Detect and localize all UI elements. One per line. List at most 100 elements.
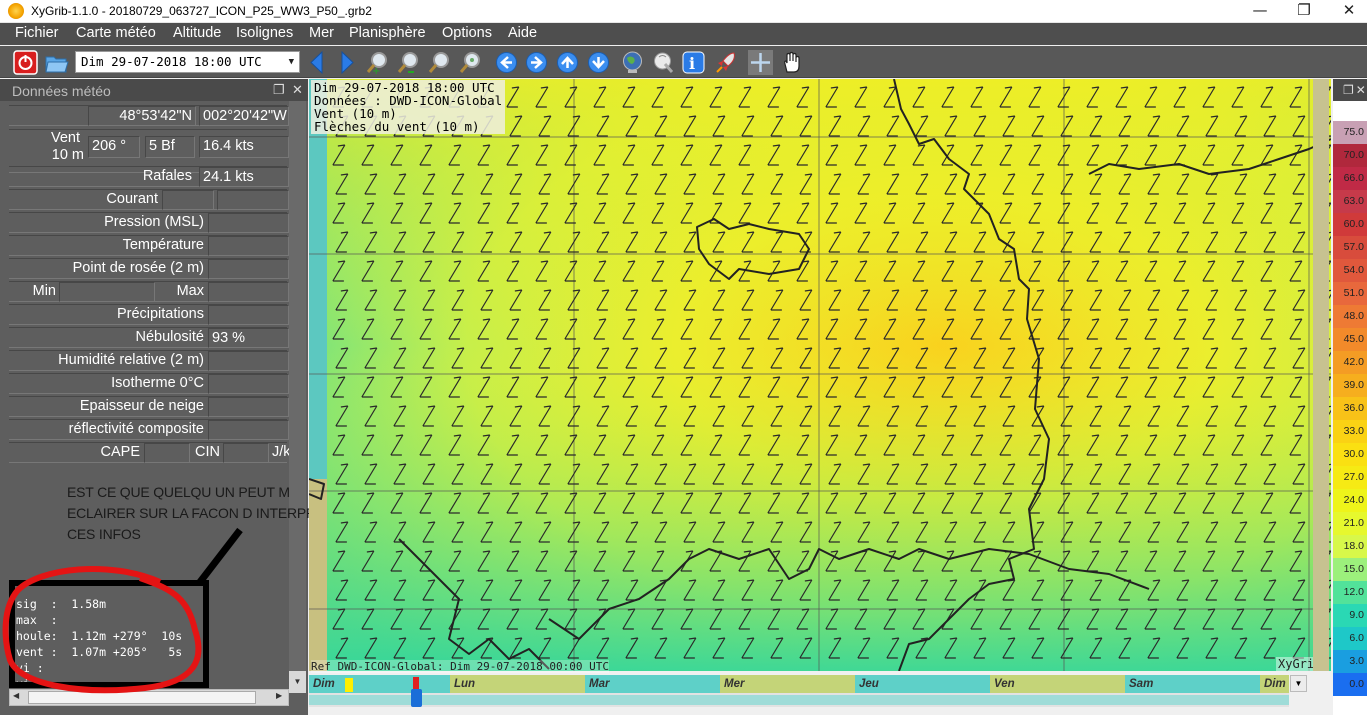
cloud-cover-value: 93 % <box>208 328 289 348</box>
map-scroll-down-icon[interactable]: ▼ <box>1290 675 1307 692</box>
timeline-slider-handle[interactable] <box>411 689 422 707</box>
jkg-unit-label: J/k <box>272 444 289 460</box>
legend-value: 54.0 <box>1333 259 1367 282</box>
menu-aide[interactable]: Aide <box>508 25 537 41</box>
menu-mer[interactable]: Mer <box>309 25 334 41</box>
map-right-strip <box>1313 79 1329 671</box>
legend-value: 45.0 <box>1333 328 1367 351</box>
cloud-cover-label: Nébulosité <box>135 329 204 345</box>
map-info-box: Dim 29-07-2018 18:00 UTC Données : DWD-I… <box>311 80 506 134</box>
close-panel-icon[interactable]: ✕ <box>292 82 303 98</box>
panel-scrollbar[interactable]: ▼ <box>289 101 306 693</box>
date-select[interactable]: Dim 29-07-2018 18:00 UTC ▼ <box>75 51 300 73</box>
menu-altitude[interactable]: Altitude <box>173 25 221 41</box>
max-value <box>208 282 289 302</box>
zoom-fit-icon[interactable] <box>428 50 453 75</box>
horizontal-scroll-thumb[interactable] <box>28 691 256 704</box>
window-title: XyGrib-1.1.0 - 20180729_063727_ICON_P25_… <box>31 4 372 18</box>
wind-beaufort-value: 5 Bf <box>145 136 195 158</box>
wind-map-canvas[interactable] <box>309 79 1331 671</box>
timeline-slider-track[interactable] <box>309 695 1289 705</box>
quit-icon[interactable] <box>13 50 38 75</box>
day-lun[interactable]: Lun <box>450 675 585 693</box>
legend-value: 36.0 <box>1333 397 1367 420</box>
close-button[interactable]: ✕ <box>1326 0 1367 22</box>
legend-value: 57.0 <box>1333 236 1367 259</box>
hand-icon[interactable] <box>779 50 804 75</box>
legend-value: 51.0 <box>1333 282 1367 305</box>
menu-isolignes[interactable]: Isolignes <box>236 25 293 41</box>
legend-value: 70.0 <box>1333 144 1367 167</box>
legend-value: 63.0 <box>1333 190 1367 213</box>
day-mer[interactable]: Mer <box>720 675 855 693</box>
longitude-value: 002°20'42"W <box>199 106 289 126</box>
scroll-left-icon[interactable]: ◀ <box>13 691 19 700</box>
zoom-all-icon[interactable] <box>459 50 484 75</box>
humidity-label: Humidité relative (2 m) <box>58 352 204 368</box>
isotherm-label: Isotherme 0°C <box>111 375 204 391</box>
pan-down-icon[interactable] <box>586 50 611 75</box>
menu-planisphere[interactable]: Planisphère <box>349 25 426 41</box>
globe-icon[interactable] <box>620 50 645 75</box>
pan-up-icon[interactable] <box>555 50 580 75</box>
day-jeu[interactable]: Jeu <box>855 675 990 693</box>
rocket-icon[interactable] <box>714 50 739 75</box>
legend-value: 9.0 <box>1333 604 1367 627</box>
download-icon[interactable] <box>650 50 675 75</box>
scroll-right-icon[interactable]: ▶ <box>276 691 282 700</box>
menu-carte-meteo[interactable]: Carte météo <box>76 25 156 41</box>
current-label: Courant <box>106 191 158 207</box>
legend-value: 12.0 <box>1333 581 1367 604</box>
zoom-out-icon[interactable] <box>397 50 422 75</box>
legend-value: 24.0 <box>1333 489 1367 512</box>
legend-value: 30.0 <box>1333 443 1367 466</box>
legend-value: 33.0 <box>1333 420 1367 443</box>
maximize-button[interactable]: ❐ <box>1281 0 1327 22</box>
day-dim-next[interactable]: Dim <box>1260 675 1289 693</box>
snow-depth-label: Epaisseur de neige <box>79 398 204 414</box>
day-mar[interactable]: Mar <box>585 675 720 693</box>
legend-value: 0.0 <box>1333 673 1367 696</box>
legend-value: 60.0 <box>1333 213 1367 236</box>
float-legend-icon[interactable]: ❐ <box>1343 83 1354 97</box>
point-info-icon[interactable]: i <box>681 50 706 75</box>
close-legend-icon[interactable]: ✕ <box>1356 83 1366 97</box>
legend-header: ❐ ✕ <box>1333 79 1367 101</box>
min-value <box>59 282 155 302</box>
pan-left-icon[interactable] <box>494 50 519 75</box>
pan-right-icon[interactable] <box>524 50 549 75</box>
weather-map[interactable] <box>309 79 1331 671</box>
wind-speed-value: 16.4 kts <box>199 136 289 158</box>
legend-value: 66.0 <box>1333 167 1367 190</box>
day-dim[interactable]: Dim <box>309 675 445 693</box>
panel-title: Données météo <box>0 79 308 101</box>
open-file-icon[interactable] <box>44 50 69 75</box>
wind-speed-legend: ❐ ✕ 75.0 70.0 66.0 63.0 60.0 57.0 54.0 51.0 48.0 4… <box>1333 79 1367 715</box>
zoom-in-icon[interactable]: + <box>366 50 391 75</box>
legend-value: 27.0 <box>1333 466 1367 489</box>
prev-date-icon[interactable] <box>305 50 330 75</box>
cin-label: CIN <box>195 444 220 460</box>
day-ven[interactable]: Ven <box>990 675 1125 693</box>
minimize-button[interactable]: — <box>1237 0 1283 22</box>
gusts-value: 24.1 kts <box>199 167 289 187</box>
gusts-label: Rafales <box>142 168 192 184</box>
annotation-black-rectangle <box>9 580 209 688</box>
menu-fichier[interactable]: Fichier <box>15 25 59 41</box>
next-date-icon[interactable] <box>334 50 359 75</box>
window-titlebar: XyGrib-1.1.0 - 20180729_063727_ICON_P25_… <box>0 0 1367 23</box>
scroll-down-icon[interactable]: ▼ <box>289 671 306 693</box>
crosshair-icon[interactable] <box>748 50 773 75</box>
reference-run-label: Ref DWD-ICON-Global: Dim 29-07-2018 00:0… <box>311 660 610 673</box>
cape-value <box>144 443 190 463</box>
wind-sublabel: 10 m <box>51 147 84 163</box>
day-sam[interactable]: Sam <box>1125 675 1260 693</box>
float-panel-icon[interactable]: ❐ <box>273 82 285 98</box>
time-slider[interactable]: Dim Lun Mar Mer Jeu Ven Sam Dim <box>309 675 1289 707</box>
chevron-down-icon: ▼ <box>288 57 294 67</box>
current-value-2 <box>217 190 289 210</box>
pressure-label: Pression (MSL) <box>104 214 204 230</box>
legend-value: 39.0 <box>1333 374 1367 397</box>
menu-options[interactable]: Options <box>442 25 492 41</box>
humidity-value <box>208 351 289 371</box>
